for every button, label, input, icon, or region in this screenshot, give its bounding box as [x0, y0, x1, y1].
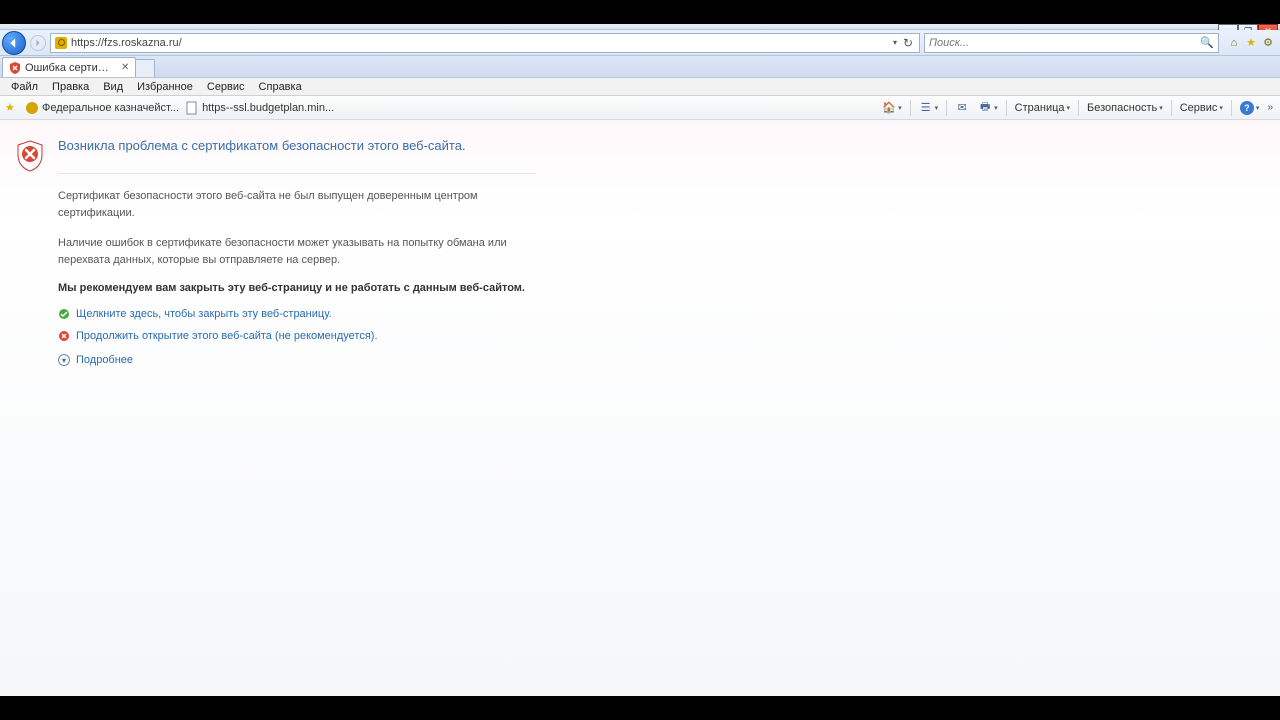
address-bar[interactable]: https://fzs.roskazna.ru/ ▾ ↻: [50, 33, 920, 53]
cert-error-detail-2: Наличие ошибок в сертификате безопасност…: [58, 235, 518, 268]
tools-gear-icon[interactable]: ⚙: [1261, 36, 1275, 50]
forward-button[interactable]: [30, 35, 46, 51]
tab-close-button[interactable]: ✕: [121, 62, 129, 73]
cert-error-title: Возникла проблема с сертификатом безопас…: [58, 138, 536, 153]
continue-anyway-link[interactable]: Продолжить открытие этого веб-сайта (не …: [76, 330, 378, 342]
menu-tools[interactable]: Сервис: [200, 80, 252, 94]
separator: [910, 100, 911, 116]
address-dropdown-icon[interactable]: ▾: [893, 38, 897, 47]
separator: [1231, 100, 1232, 116]
search-box[interactable]: 🔍: [924, 33, 1219, 53]
menu-help[interactable]: Справка: [252, 80, 309, 94]
cmd-help[interactable]: ?▾: [1237, 101, 1263, 115]
cert-error-favicon: [9, 62, 21, 74]
browser-tab[interactable]: Ошибка сертификата: пе... ✕: [2, 57, 136, 77]
home-icon: 🏠: [882, 101, 896, 115]
cmd-security[interactable]: Безопасность▾: [1084, 102, 1166, 114]
menu-view[interactable]: Вид: [96, 80, 130, 94]
mail-icon: ✉: [955, 101, 969, 115]
favorites-bar: ★ Федеральное казначейст... https--ssl.b…: [0, 96, 1280, 120]
tab-strip: Ошибка сертификата: пе... ✕: [0, 56, 1280, 78]
cmd-service[interactable]: Сервис▾: [1177, 102, 1226, 114]
search-icon[interactable]: 🔍: [1200, 36, 1214, 49]
menu-edit[interactable]: Правка: [45, 80, 96, 94]
arrow-right-icon: [34, 39, 42, 47]
close-page-link[interactable]: Щелкните здесь, чтобы закрыть эту веб-ст…: [76, 308, 332, 320]
more-info-toggle[interactable]: ▾ Подробнее: [58, 354, 536, 366]
favorites-star-icon[interactable]: ★: [1244, 36, 1258, 50]
tab-title: Ошибка сертификата: пе...: [25, 62, 115, 74]
eagle-favicon: [25, 101, 39, 115]
help-icon: ?: [1240, 101, 1254, 115]
add-favorite-icon[interactable]: ★: [5, 101, 19, 115]
more-info-link[interactable]: Подробнее: [76, 354, 133, 366]
divider: [58, 173, 536, 174]
separator: [1171, 100, 1172, 116]
favorite-link-1[interactable]: Федеральное казначейст...: [25, 101, 179, 115]
new-tab-button[interactable]: [135, 59, 155, 77]
refresh-button[interactable]: ↻: [901, 36, 915, 50]
certificate-warning-icon: [55, 37, 67, 49]
arrow-left-icon: [8, 37, 20, 49]
menu-file[interactable]: Файл: [4, 80, 45, 94]
menu-favorites[interactable]: Избранное: [130, 80, 200, 94]
url-text: https://fzs.roskazna.ru/: [71, 37, 889, 49]
continue-action[interactable]: Продолжить открытие этого веб-сайта (не …: [58, 330, 536, 342]
close-page-action[interactable]: Щелкните здесь, чтобы закрыть эту веб-ст…: [58, 308, 536, 320]
favorite-link-2[interactable]: https--ssl.budgetplan.min...: [185, 101, 334, 115]
cert-error-recommendation: Мы рекомендуем вам закрыть эту веб-стран…: [58, 282, 536, 294]
page-content: Возникла проблема с сертификатом безопас…: [0, 120, 1280, 696]
back-button[interactable]: [2, 31, 26, 55]
separator: [946, 100, 947, 116]
home-icon[interactable]: ⌂: [1227, 36, 1241, 50]
page-favicon: [185, 101, 199, 115]
cert-error-detail-1: Сертификат безопасности этого веб-сайта …: [58, 188, 518, 221]
expand-icon: ▾: [58, 354, 70, 366]
browser-window: _ ❐ ✕ https://fzs.roskazna.ru/ ▾ ↻ 🔍 ⌂ ★…: [0, 24, 1280, 696]
favorite-label: Федеральное казначейст...: [42, 102, 179, 114]
overflow-chevron-icon[interactable]: »: [1265, 102, 1275, 113]
search-input[interactable]: [929, 37, 1200, 49]
green-shield-icon: [58, 308, 70, 320]
separator: [1078, 100, 1079, 116]
favorite-label: https--ssl.budgetplan.min...: [202, 102, 334, 114]
shield-error-icon: [16, 140, 44, 172]
cmd-print[interactable]: 🖶▾: [975, 101, 1001, 115]
cmd-mail[interactable]: ✉: [952, 101, 972, 115]
menu-bar: Файл Правка Вид Избранное Сервис Справка: [0, 78, 1280, 96]
print-icon: 🖶: [978, 101, 992, 115]
cmd-feeds[interactable]: ☰▾: [916, 101, 942, 115]
navigation-bar: https://fzs.roskazna.ru/ ▾ ↻ 🔍 ⌂ ★ ⚙: [0, 30, 1280, 56]
separator: [1006, 100, 1007, 116]
feed-icon: ☰: [919, 101, 933, 115]
red-shield-icon: [58, 330, 70, 342]
cmd-page[interactable]: Страница▾: [1012, 102, 1073, 114]
cmd-home[interactable]: 🏠▾: [879, 101, 905, 115]
